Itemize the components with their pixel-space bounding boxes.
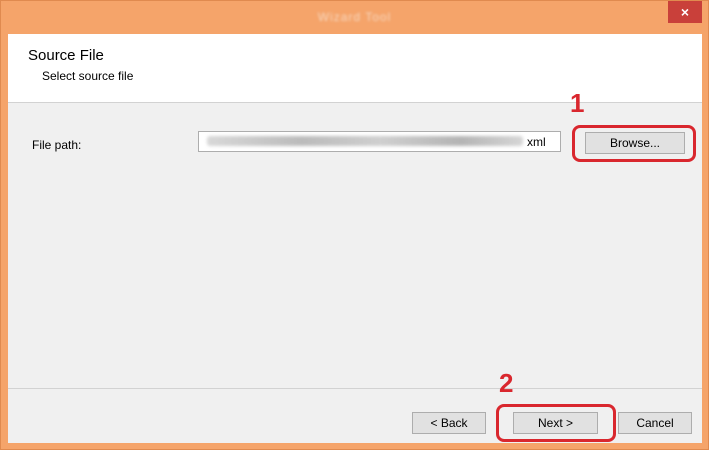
page-title: Source File	[28, 47, 104, 64]
highlight-next	[496, 404, 616, 442]
step-marker-2: 2	[499, 368, 514, 398]
file-path-label: File path:	[32, 138, 82, 152]
cancel-button[interactable]: Cancel	[618, 412, 692, 434]
window-title: Wizard Tool	[317, 10, 392, 24]
file-path-field[interactable]: xml	[198, 131, 561, 152]
close-icon: ×	[680, 4, 690, 20]
dialog-client-area: Source File Select source file 1 File pa…	[8, 34, 702, 443]
file-path-blurred-text	[207, 136, 523, 146]
dialog-window: Wizard Tool × Source File Select source …	[0, 0, 709, 450]
file-path-extension: xml	[527, 135, 546, 149]
step-marker-1: 1	[570, 88, 585, 118]
title-bar: Wizard Tool ×	[1, 1, 708, 33]
highlight-browse	[572, 125, 696, 162]
page-subtitle: Select source file	[42, 69, 134, 83]
wizard-header: Source File Select source file	[8, 34, 702, 103]
close-button[interactable]: ×	[668, 1, 702, 23]
back-button[interactable]: < Back	[412, 412, 486, 434]
footer-divider	[8, 388, 702, 389]
